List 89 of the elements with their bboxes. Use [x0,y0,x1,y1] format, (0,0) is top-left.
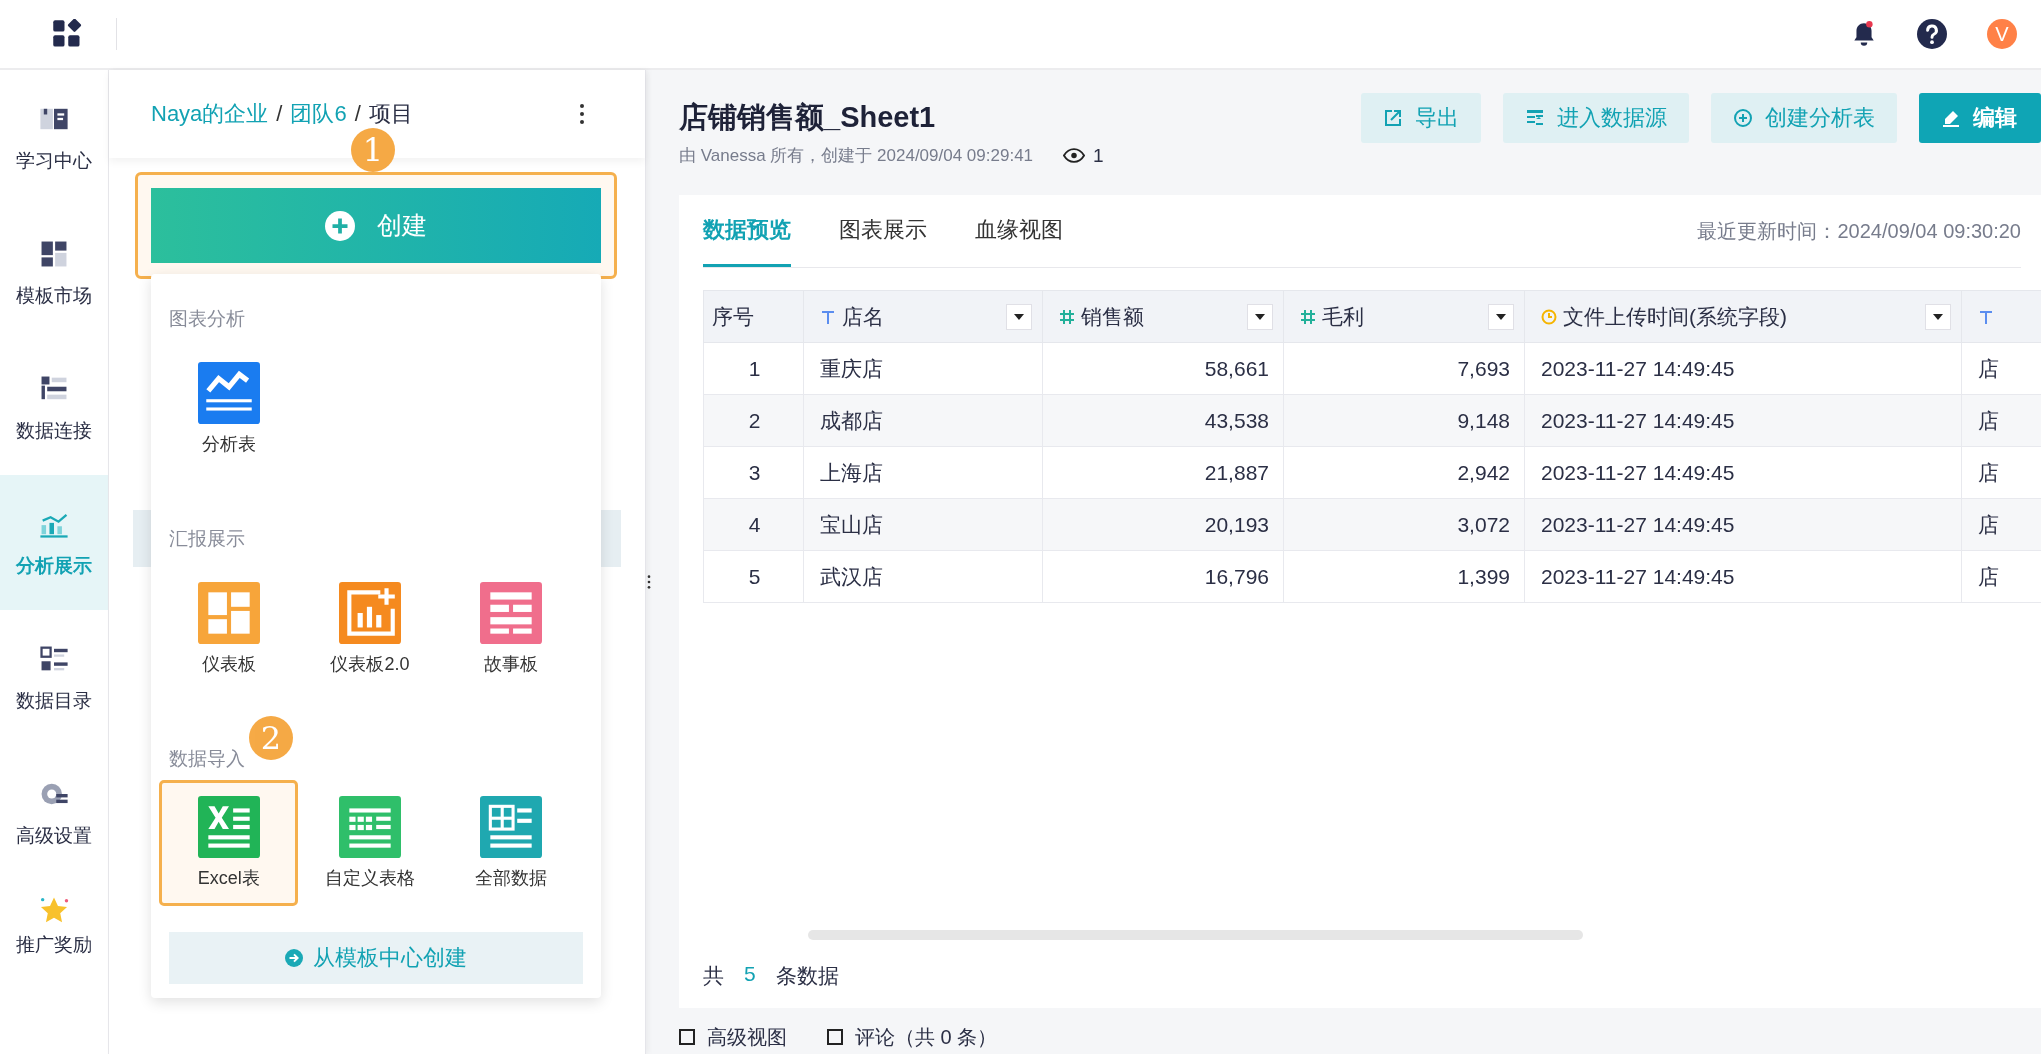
nav-item[interactable]: 模板市场 [0,205,108,340]
menu-item[interactable]: Excel表 [159,780,299,906]
total-label: 条数据 [775,963,839,989]
nav-item[interactable]: 高级设置 [0,745,108,880]
table-cell: 2023-11-27 14:49:45 [1524,446,1962,499]
table-cell: 5 [703,550,804,603]
table-cell: 21,887 [1042,446,1284,499]
table-cell: 宝山店 [803,498,1043,551]
table-cell: 1,399 [1283,550,1525,603]
number-type-icon [1300,308,1316,325]
step-badge: 1 [351,128,395,172]
menu-item[interactable]: 仪表板 [159,566,299,692]
table-cell: 20,193 [1042,498,1284,551]
table-cell: 上海店 [803,446,1043,499]
table-cell: 店 [1961,394,2041,447]
text-type-icon [1978,308,1994,325]
plus-icon [325,210,355,241]
table-cell: 2,942 [1283,446,1525,499]
document-title: 店铺销售额_Sheet1 [679,100,937,135]
column-header: 毛利 [1283,290,1525,343]
column-header: 销售额 [1042,290,1284,343]
nav-item[interactable]: 学习中心 [0,70,108,205]
nav-item[interactable]: 数据目录 [0,610,108,745]
last-updated: 最近更新时间：2024/09/04 09:30:20 [1697,218,2021,244]
section-title: 数据导入 [169,747,245,771]
table-cell: 9,148 [1283,394,1525,447]
help-icon[interactable] [1917,19,1947,49]
breadcrumb-separator: / [354,101,361,127]
number-type-icon [1059,308,1075,325]
section-title: 汇报展示 [169,527,245,551]
table-cell: 2023-11-27 14:49:45 [1524,342,1962,395]
apps-icon[interactable] [52,19,82,49]
table-cell: 4 [703,498,804,551]
table-cell: 1 [703,342,804,395]
table-cell: 重庆店 [803,342,1043,395]
scrollbar[interactable] [808,930,1583,940]
more-icon[interactable] [579,103,585,125]
menu-item[interactable]: 分析表 [159,346,299,472]
menu-item[interactable]: 故事板 [441,566,581,692]
view-count: 1 [1093,144,1104,167]
text-type-icon [820,308,836,325]
eye-icon [1063,148,1086,163]
menu-item[interactable]: 仪表板2.0 [300,566,440,692]
section-title: 图表分析 [169,307,245,331]
export-icon [1383,107,1403,128]
table-cell: 2023-11-27 14:49:45 [1524,498,1962,551]
caret-icon [1255,313,1265,320]
caret-icon [1933,313,1943,320]
step-badge: 2 [249,716,293,760]
table-cell: 58,661 [1042,342,1284,395]
column-dropdown[interactable] [1488,303,1514,330]
bottom-tab[interactable]: 高级视图 [679,1023,787,1051]
table-cell: 店 [1961,498,2041,551]
breadcrumb-separator: / [276,101,283,127]
column-dropdown[interactable] [1925,303,1951,330]
database-icon [1525,107,1545,128]
table-cell: 43,538 [1042,394,1284,447]
square-icon [679,1029,695,1045]
plus-icon [1733,107,1753,128]
table-cell: 7,693 [1283,342,1525,395]
table-cell: 16,796 [1042,550,1284,603]
table-cell: 武汉店 [803,550,1043,603]
breadcrumb-current: 项目 [368,100,413,128]
table-cell: 2 [703,394,804,447]
column-header: 店名 [803,290,1043,343]
column-header: 序号 [703,290,804,343]
tab[interactable]: 血缘视图 [975,195,1063,267]
clock-icon [1541,308,1557,325]
nav-item[interactable]: 推广奖励 [0,880,108,982]
column-dropdown[interactable] [1247,303,1273,330]
menu-item[interactable]: 自定义表格 [300,780,440,906]
table-cell: 2023-11-27 14:49:45 [1524,394,1962,447]
table-cell: 3,072 [1283,498,1525,551]
caret-icon [1014,313,1024,320]
tab[interactable]: 图表展示 [839,195,927,267]
total-label: 共 [703,963,724,989]
bottom-tab[interactable]: 评论（共 0 条） [827,1023,998,1051]
table-cell: 2023-11-27 14:49:45 [1524,550,1962,603]
total-count: 5 [744,962,756,987]
column-header: 文件上传时间(系统字段) [1524,290,1962,343]
nav-item[interactable]: 数据连接 [0,340,108,475]
document-meta: 由 Vanessa 所有，创建于 2024/09/04 09:29:41 [679,145,1034,167]
square-icon [827,1029,843,1045]
arrow-right-icon [285,949,303,967]
menu-item[interactable]: 全部数据 [441,780,581,906]
table-cell: 成都店 [803,394,1043,447]
caret-icon [1496,313,1506,320]
table-cell: 3 [703,446,804,499]
column-dropdown[interactable] [1006,303,1032,330]
